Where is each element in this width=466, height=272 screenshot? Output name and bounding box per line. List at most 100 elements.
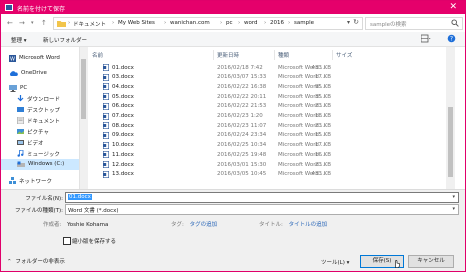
tools-button[interactable]: ツール(L) ▾ [321, 258, 349, 266]
file-size: 15 KB [314, 132, 331, 139]
new-folder-button[interactable]: 新しいフォルダー [43, 36, 87, 44]
sidebar-item-onedrive[interactable]: OneDrive [1, 68, 79, 79]
breadcrumb-item[interactable]: pc [226, 20, 233, 26]
search-icon [451, 19, 459, 27]
breadcrumb-item[interactable]: 2016 [270, 20, 284, 26]
column-header-size[interactable]: サイズ [336, 51, 352, 59]
file-list-scrollbar[interactable] [446, 47, 455, 189]
file-size: 16 KB [314, 151, 331, 158]
file-row[interactable]: 04.docx 2016/02/22 16:38 Microsoft Word ..… [88, 82, 465, 92]
filetype-value: Word 文書 (*.docx) [68, 208, 119, 214]
thumbnail-checkbox[interactable] [63, 237, 71, 245]
file-name: 10.docx [112, 142, 134, 149]
breadcrumb-separator: › [220, 20, 223, 26]
sidebar-item-pictures[interactable]: ピクチャ [1, 126, 79, 137]
file-row[interactable]: 05.docx 2016/02/22 20:11 Microsoft Word ..… [88, 92, 465, 102]
sidebar-item-music[interactable]: ミュージック [1, 148, 79, 159]
word-doc-icon [103, 102, 109, 110]
file-size: 18 KB [314, 113, 331, 119]
folder-icon [57, 21, 66, 27]
svg-text:W: W [10, 57, 15, 62]
filetype-select[interactable]: Word 文書 (*.docx) ▾ [65, 204, 459, 215]
thumbnail-checkbox-label[interactable]: 縮小版を保存する [72, 237, 116, 245]
breadcrumb-item[interactable]: sample [294, 20, 314, 26]
refresh-icon[interactable]: ↻ [353, 18, 359, 26]
column-header-type[interactable]: 種類 [278, 51, 289, 59]
author-value[interactable]: Yoshie Kohama [67, 222, 108, 228]
file-name: 07.docx [112, 113, 134, 119]
forward-icon[interactable]: → [19, 18, 25, 28]
column-divider[interactable] [332, 50, 333, 60]
breadcrumb-item[interactable]: word [244, 20, 258, 26]
filename-input[interactable]: 01.docx ▾ [65, 192, 459, 203]
back-icon[interactable]: ← [7, 18, 13, 28]
tags-value[interactable]: タグの追加 [190, 222, 218, 228]
chevron-up-icon: ⌃ [7, 259, 12, 265]
search-box[interactable]: sampleの検索 [365, 17, 463, 30]
scrollbar-thumb[interactable] [448, 107, 453, 177]
file-row[interactable]: 07.docx 2016/02/23 1:20 Microsoft Word ...… [88, 112, 465, 122]
recent-dropdown-icon[interactable]: ▾ [31, 18, 34, 28]
chevron-down-icon[interactable]: ▾ [452, 194, 455, 200]
file-row[interactable]: 08.docx 2016/02/23 11:07 Microsoft Word ..… [88, 121, 465, 131]
sidebar-item-desktop[interactable]: デスクトップ [1, 104, 79, 115]
word-doc-icon [103, 93, 109, 101]
sidebar-item-label: PC [20, 85, 28, 91]
pc-icon [9, 85, 17, 92]
author-label: 作成者: [43, 222, 62, 228]
mouse-cursor-icon [395, 260, 400, 268]
file-row[interactable]: 11.docx 2016/02/25 19:48 Microsoft Word ..… [88, 150, 465, 160]
file-name: 11.docx [112, 151, 134, 158]
sidebar-item-network[interactable]: ネットワーク [1, 175, 79, 186]
close-icon[interactable]: ✕ [449, 2, 457, 13]
file-size: 23 KB [314, 161, 331, 168]
sidebar-item-windows-c[interactable]: Windows (C:) [1, 159, 79, 170]
file-row[interactable]: 12.docx 2016/03/01 15:30 Microsoft Word ..… [88, 160, 465, 170]
file-row[interactable]: 13.docx 2016/03/05 10:45 Microsoft Word ..… [88, 170, 465, 180]
up-icon[interactable]: ↑ [41, 18, 47, 28]
breadcrumb-separator: › [164, 20, 167, 26]
breadcrumb-item[interactable]: ドキュメント [73, 20, 106, 28]
address-bar[interactable]: › ドキュメント › My Web Sites › wanichan.com ›… [53, 17, 363, 30]
sidebar-item-microsoft-word[interactable]: W Microsoft Word [1, 53, 79, 64]
file-date: 2016/02/23 1:20 [217, 113, 263, 119]
breadcrumb-item[interactable]: wanichan.com [170, 20, 210, 26]
sidebar-item-documents[interactable]: ドキュメント [1, 115, 79, 126]
column-divider[interactable] [274, 50, 275, 60]
breadcrumb-item[interactable]: My Web Sites [118, 20, 155, 26]
file-name: 12.docx [112, 161, 134, 168]
column-divider[interactable] [213, 50, 214, 60]
organize-button[interactable]: 整理 ▾ [11, 36, 27, 44]
navigation-scrollbar[interactable] [80, 47, 87, 189]
address-dropdown-icon[interactable]: ▾ [347, 19, 350, 26]
sidebar-item-videos[interactable]: ビデオ [1, 137, 79, 148]
file-list: 名前 更新日時 種類 サイズ 01.docx 2016/02/18 7:42 Mic… [88, 47, 465, 189]
column-header-name[interactable]: 名前 [92, 51, 103, 59]
scrollbar-thumb[interactable] [81, 59, 86, 119]
filename-value: 01.docx [68, 194, 92, 200]
file-row[interactable]: 06.docx 2016/02/22 21:53 Microsoft Word ..… [88, 102, 465, 112]
file-name: 09.docx [112, 132, 134, 139]
sidebar-item-downloads[interactable]: ダウンロード [1, 93, 79, 104]
title-value[interactable]: タイトルの追加 [289, 222, 328, 228]
file-size: 433 KB [311, 171, 331, 178]
file-date: 2016/02/22 20:11 [217, 93, 267, 100]
file-row[interactable]: 03.docx 2016/03/07 15:33 Microsoft Word ..… [88, 73, 465, 83]
chevron-down-icon[interactable]: ▾ [452, 206, 455, 212]
file-date: 2016/02/23 11:07 [217, 122, 267, 129]
file-date: 2016/03/07 15:33 [217, 74, 267, 81]
word-doc-icon [103, 131, 109, 139]
pictures-icon [17, 129, 24, 134]
file-row[interactable]: 01.docx 2016/02/18 7:42 Microsoft Word ...… [88, 63, 465, 73]
filetype-label: ファイルの種類(T): [14, 208, 63, 214]
word-doc-icon [103, 112, 109, 120]
file-row[interactable]: 10.docx 2016/02/25 10:34 Microsoft Word ..… [88, 141, 465, 151]
hide-folders-toggle[interactable]: ⌃ フォルダーの非表示 [7, 257, 65, 265]
column-header-date[interactable]: 更新日時 [217, 51, 239, 59]
help-icon[interactable]: ? [447, 34, 456, 43]
view-options-icon[interactable] [421, 34, 431, 43]
network-icon [9, 177, 16, 184]
file-row[interactable]: 09.docx 2016/02/24 23:34 Microsoft Word ..… [88, 131, 465, 141]
cancel-button[interactable]: キャンセル [408, 255, 454, 268]
word-doc-icon [103, 64, 109, 71]
